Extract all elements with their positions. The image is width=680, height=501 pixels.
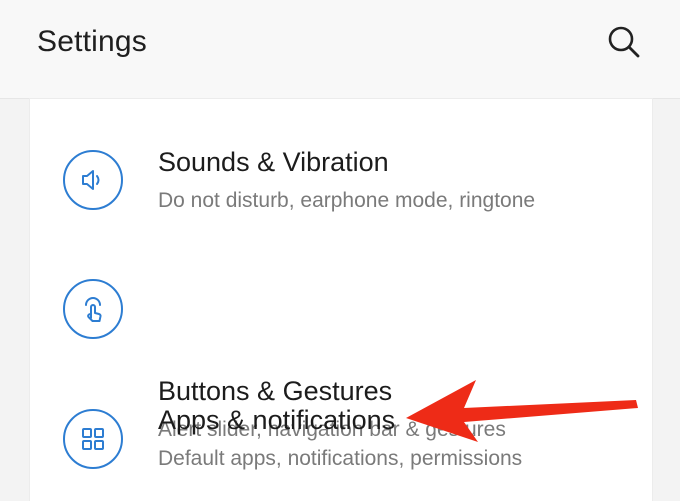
setting-item-sounds-vibration[interactable]: Sounds & Vibration Do not disturb, earph… (30, 117, 652, 237)
app-bar: Settings (0, 0, 680, 99)
setting-item-title: Apps & notifications (158, 405, 396, 435)
touch-gesture-icon (63, 279, 123, 339)
search-icon (608, 26, 640, 58)
red-arrow-annotation (406, 380, 638, 442)
speaker-icon (63, 150, 123, 210)
apps-grid-icon (63, 409, 123, 469)
setting-item-subtitle: Default apps, notifications, permissions (158, 447, 523, 470)
setting-item-subtitle: Do not disturb, earphone mode, ringtone (158, 189, 536, 212)
setting-item-title: Sounds & Vibration (158, 147, 389, 177)
setting-item-buttons-gestures[interactable]: Buttons & Gestures Alert slider, navigat… (30, 247, 652, 441)
page-title: Settings (37, 25, 147, 58)
search-button[interactable] (604, 22, 644, 62)
